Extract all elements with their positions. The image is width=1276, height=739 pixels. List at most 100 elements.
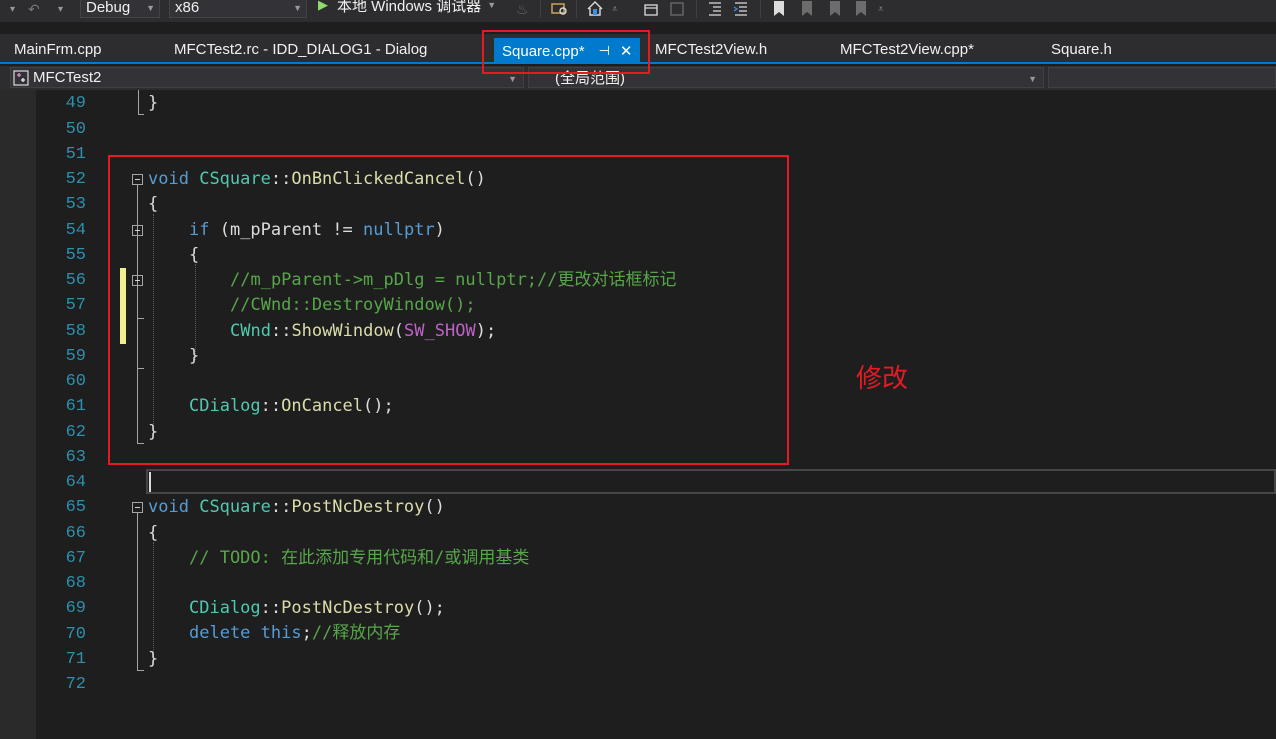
line-number: 54 — [65, 221, 86, 240]
tab-label: MFCTest2.rc - IDD_DIALOG1 - Dialog — [174, 40, 428, 58]
chevron-down-icon: ▼ — [146, 3, 155, 13]
collapse-icon[interactable] — [132, 502, 143, 513]
line-number: 72 — [65, 675, 86, 694]
text-caret — [149, 472, 151, 492]
code-line-69: CDialog::PostNcDestroy(); — [189, 596, 445, 621]
current-line-highlight — [146, 469, 1276, 494]
line-number: 58 — [65, 322, 86, 341]
line-number: 71 — [65, 650, 86, 669]
chevron-down-icon: ▼ — [508, 74, 517, 84]
scope-operator: :: — [260, 598, 282, 618]
chevron-down-icon: ▼ — [1028, 74, 1037, 84]
brace: } — [148, 93, 159, 113]
outline-guide — [138, 114, 144, 115]
line-number: 57 — [65, 296, 86, 315]
member-select[interactable] — [1048, 67, 1276, 88]
code-editor[interactable]: 49 50 51 52 53 54 55 56 57 58 59 60 61 6… — [0, 90, 1276, 739]
tab-label: MFCTest2View.cpp* — [840, 40, 974, 58]
line-number: 64 — [65, 473, 86, 492]
outline-guide — [137, 670, 144, 671]
chevron-down-icon[interactable]: ⩡ — [612, 0, 618, 18]
comment: // TODO: 在此添加专用代码和/或调用基类 — [189, 548, 530, 568]
indent-icon[interactable] — [732, 0, 750, 17]
tab-label: Square.h — [1051, 40, 1112, 58]
tab-label: MainFrm.cpp — [14, 40, 102, 58]
type-name: CDialog — [189, 598, 261, 618]
comment: //释放内存 — [311, 623, 401, 643]
line-number: 62 — [65, 423, 86, 442]
code-line-70: delete this;//释放内存 — [189, 621, 400, 646]
outline-guide — [137, 513, 138, 670]
platform-select[interactable]: x86 ▼ — [169, 0, 307, 18]
play-icon: ▶ — [318, 0, 328, 12]
function-name: PostNcDestroy — [281, 598, 415, 618]
line-number: 66 — [65, 524, 86, 543]
line-number: 59 — [65, 347, 86, 366]
line-number: 56 — [65, 271, 86, 290]
code-line-71: } — [148, 647, 158, 672]
line-number: 70 — [65, 625, 86, 644]
tab-label: MFCTest2View.h — [655, 40, 768, 58]
find-in-files-icon[interactable] — [550, 0, 568, 17]
annotation-label: 修改 — [856, 364, 909, 394]
back-dropdown-icon[interactable]: ▾ — [10, 0, 15, 18]
line-number: 63 — [65, 448, 86, 467]
code-highlight-box — [108, 155, 789, 465]
indicator-margin — [0, 90, 36, 739]
tab-mfctest2view-h[interactable]: MFCTest2View.h — [655, 34, 767, 64]
brace: { — [148, 523, 159, 543]
keyword: void — [148, 497, 189, 517]
start-debugger-button[interactable]: ▶ 本地 Windows 调试器 ▼ — [318, 0, 496, 15]
line-number: 52 — [65, 170, 86, 189]
line-number: 61 — [65, 397, 86, 416]
solution-explorer-icon[interactable] — [668, 0, 686, 17]
tab-highlight-box-overlay — [482, 30, 650, 74]
project-name: MFCTest2 — [33, 69, 102, 86]
start-debugger-label: 本地 Windows 调试器 — [337, 0, 482, 15]
toolbar-separator — [696, 0, 697, 18]
code-line-65: void CSquare::PostNcDestroy() — [148, 495, 445, 520]
chevron-down-icon: ▼ — [293, 3, 302, 13]
punctuation: () — [424, 497, 445, 517]
tab-mfctest2view-cpp[interactable]: MFCTest2View.cpp* — [840, 34, 974, 64]
function-name: PostNcDestroy — [291, 497, 425, 517]
toolbar-separator — [540, 0, 541, 18]
toolbar-separator — [576, 0, 577, 18]
outline-guide — [138, 90, 139, 114]
brace: } — [148, 649, 159, 669]
scope-operator: :: — [270, 497, 292, 517]
indent-guide — [153, 542, 154, 664]
hot-reload-icon[interactable]: ♨ — [516, 0, 529, 18]
line-number: 65 — [65, 498, 86, 517]
previous-bookmark-icon[interactable] — [798, 0, 816, 17]
punctuation: ; — [301, 623, 312, 643]
bookmark-window-icon[interactable] — [642, 0, 660, 17]
next-bookmark-icon[interactable] — [826, 0, 844, 17]
tab-square-h[interactable]: Square.h — [1051, 34, 1112, 64]
toolbar: ▾ ↶ ▾ Debug ▼ x86 ▼ ▶ 本地 Windows 调试器 ▼ ♨… — [0, 0, 1276, 22]
toolbar-separator — [760, 0, 761, 18]
line-number: 68 — [65, 574, 86, 593]
punctuation: (); — [414, 598, 445, 618]
bookmark-icon[interactable] — [770, 0, 788, 17]
outdent-icon[interactable] — [706, 0, 724, 17]
forward-dropdown-icon[interactable]: ▾ — [58, 0, 63, 18]
line-number: 49 — [65, 94, 86, 113]
line-number: 69 — [65, 599, 86, 618]
home-icon[interactable] — [586, 0, 604, 17]
solution-config-value: Debug — [86, 0, 131, 16]
clear-bookmarks-icon[interactable] — [852, 0, 870, 17]
line-number: 50 — [65, 120, 86, 139]
navigate-back-icon[interactable]: ↶ — [28, 0, 40, 18]
line-number: 55 — [65, 246, 86, 265]
line-number: 67 — [65, 549, 86, 568]
tab-mainfrm-cpp[interactable]: MainFrm.cpp — [14, 34, 102, 64]
toolbar-overflow-icon[interactable]: ⩡ — [878, 0, 884, 18]
platform-value: x86 — [175, 0, 200, 16]
project-icon — [13, 69, 29, 86]
tab-mfctest2-rc-dialog[interactable]: MFCTest2.rc - IDD_DIALOG1 - Dialog — [174, 34, 427, 64]
project-select[interactable]: MFCTest2 ▼ — [10, 67, 524, 88]
solution-config-select[interactable]: Debug ▼ — [80, 0, 160, 18]
line-number: 53 — [65, 195, 86, 214]
